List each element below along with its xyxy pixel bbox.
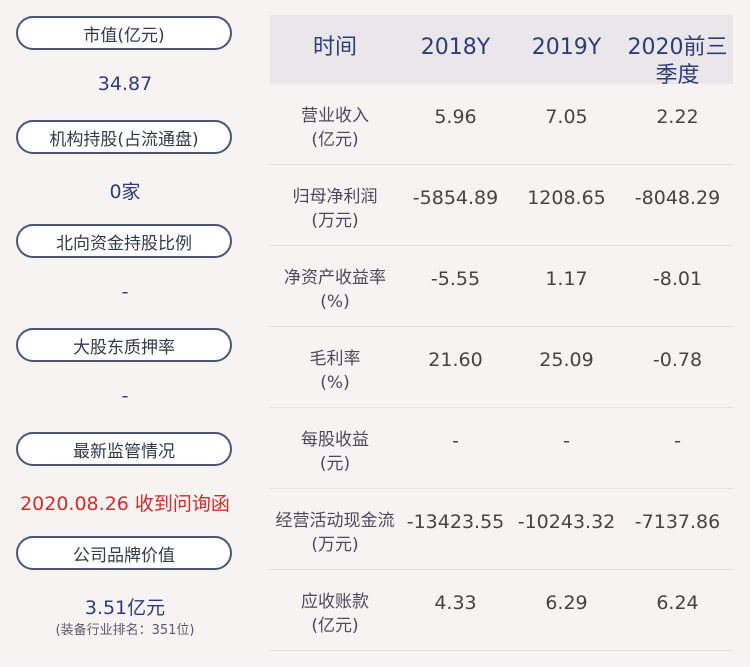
row-label: 经营活动现金流 (万元) bbox=[270, 489, 400, 557]
header-time: 时间 bbox=[312, 35, 357, 60]
row-value: 21.60 bbox=[428, 349, 483, 371]
table-row: 每股收益 (元) - - - bbox=[270, 408, 733, 489]
row-value: 2.22 bbox=[656, 106, 699, 128]
institutional-holdings-label: 机构持股(占流通盘) bbox=[16, 120, 232, 154]
row-label: 毛利率 (%) bbox=[270, 327, 400, 395]
row-label-unit: (亿元) bbox=[311, 616, 359, 636]
row-value: 6.24 bbox=[656, 592, 699, 614]
row-value: - bbox=[452, 430, 459, 452]
row-value: -8.01 bbox=[652, 268, 703, 290]
row-label-unit: (万元) bbox=[311, 211, 359, 231]
header-2019: 2019Y bbox=[531, 35, 602, 60]
row-label: 净资产收益率 (%) bbox=[270, 246, 400, 314]
row-label-unit: (%) bbox=[320, 373, 350, 393]
row-label-name: 归母净利润 bbox=[292, 187, 378, 207]
row-value: - bbox=[674, 430, 681, 452]
regulatory-status-label: 最新监管情况 bbox=[16, 432, 232, 466]
regulatory-status-value: 2020.08.26 收到问询函 bbox=[20, 493, 230, 515]
row-label-name: 营业收入 bbox=[301, 106, 369, 126]
row-value: 1.17 bbox=[545, 268, 588, 290]
row-label-name: 每股收益 bbox=[301, 430, 369, 450]
table-row: 营业收入 (亿元) 5.96 7.05 2.22 bbox=[270, 84, 733, 165]
row-value: 6.29 bbox=[545, 592, 588, 614]
table-row: 应收账款 (亿元) 4.33 6.29 6.24 bbox=[270, 570, 733, 651]
financials-table: 时间 2018Y 2019Y 2020前三 季度 营业收入 (亿元) 5.96 7.0… bbox=[270, 15, 733, 651]
pledge-ratio-label: 大股东质押率 bbox=[16, 328, 232, 362]
row-label: 营业收入 (亿元) bbox=[270, 84, 400, 152]
northbound-ratio-value: - bbox=[121, 281, 129, 303]
row-value: -7137.86 bbox=[634, 511, 721, 533]
header-2018: 2018Y bbox=[420, 35, 491, 60]
row-value: 25.09 bbox=[539, 349, 594, 371]
row-value: -13423.55 bbox=[406, 511, 505, 533]
pledge-ratio-value: - bbox=[121, 385, 129, 407]
market-cap-value: 34.87 bbox=[97, 73, 153, 95]
row-label-unit: (万元) bbox=[311, 535, 359, 555]
row-value: -10243.32 bbox=[517, 511, 616, 533]
row-label: 归母净利润 (万元) bbox=[270, 165, 400, 233]
row-label: 应收账款 (亿元) bbox=[270, 570, 400, 638]
header-2020q3: 2020前三 季度 bbox=[627, 35, 728, 88]
row-value: 7.05 bbox=[545, 106, 588, 128]
institutional-holdings-value: 0家 bbox=[109, 181, 141, 203]
row-label-name: 毛利率 bbox=[309, 349, 361, 369]
brand-value-value: 3.51亿元 bbox=[84, 597, 166, 619]
row-label-unit: (元) bbox=[319, 454, 351, 474]
row-value: -0.78 bbox=[652, 349, 703, 371]
table-header: 时间 2018Y 2019Y 2020前三 季度 bbox=[270, 15, 733, 88]
row-label-unit: (亿元) bbox=[311, 130, 359, 150]
row-value: 1208.65 bbox=[527, 187, 606, 209]
row-label-unit: (%) bbox=[320, 292, 350, 312]
table-row: 经营活动现金流 (万元) -13423.55 -10243.32 -7137.86 bbox=[270, 489, 733, 570]
brand-rank-note: (装备行业排名：351位) bbox=[55, 623, 195, 638]
table-row: 归母净利润 (万元) -5854.89 1208.65 -8048.29 bbox=[270, 165, 733, 246]
table-row: 毛利率 (%) 21.60 25.09 -0.78 bbox=[270, 327, 733, 408]
brand-value-label: 公司品牌价值 bbox=[16, 536, 232, 570]
row-label: 每股收益 (元) bbox=[270, 408, 400, 476]
table-row: 净资产收益率 (%) -5.55 1.17 -8.01 bbox=[270, 246, 733, 327]
row-value: 5.96 bbox=[434, 106, 477, 128]
row-value: -5854.89 bbox=[412, 187, 499, 209]
row-value: -5.55 bbox=[430, 268, 481, 290]
northbound-ratio-label: 北向资金持股比例 bbox=[16, 224, 232, 258]
left-summary-panel: 市值(亿元) 34.87 机构持股(占流通盘) 0家 北向资金持股比例 - 大股… bbox=[0, 0, 250, 667]
row-label-name: 应收账款 bbox=[301, 592, 369, 612]
row-value: 4.33 bbox=[434, 592, 477, 614]
row-label-name: 经营活动现金流 bbox=[275, 511, 395, 531]
table-body: 营业收入 (亿元) 5.96 7.05 2.22 归母净利润 (万元) -5854.89 120… bbox=[270, 84, 733, 651]
market-cap-label: 市值(亿元) bbox=[16, 16, 232, 50]
row-value: -8048.29 bbox=[634, 187, 721, 209]
row-value: - bbox=[563, 430, 570, 452]
row-label-name: 净资产收益率 bbox=[284, 268, 386, 288]
